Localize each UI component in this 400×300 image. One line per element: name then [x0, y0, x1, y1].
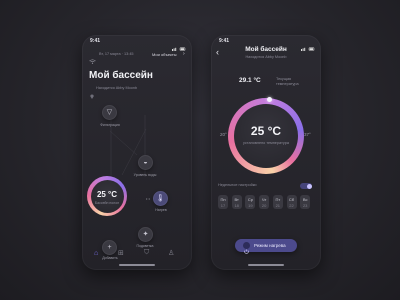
weekday-name: Вт [234, 196, 239, 202]
page-title: Мой бассейн [245, 46, 287, 53]
weekday-date: 22 [289, 203, 294, 208]
weekday-chip[interactable]: Пн 17 [218, 195, 228, 209]
weekday-date: 21 [275, 203, 281, 208]
weekday-name: Пн [220, 196, 226, 202]
device-label: Уровень воды [133, 173, 157, 177]
weekday-name: Чт [261, 196, 267, 202]
weekday-chip[interactable]: Вс 23 [300, 195, 311, 209]
weekday-date: 23 [302, 203, 308, 208]
current-temperature-caption: Текущая температура [276, 77, 299, 86]
dial-temperature: 25 °C [250, 124, 282, 138]
weekday-chip[interactable]: Вт 18 [231, 195, 242, 209]
profile-icon[interactable]: ♙ [168, 249, 174, 257]
schedule-toggle[interactable] [300, 183, 312, 189]
filter-icon: ▽ [106, 109, 113, 116]
location-text: Находится Abby Moonb [245, 55, 287, 59]
weekday-date: 18 [234, 203, 239, 208]
heating-mode-button[interactable]: Режим нагрева [235, 239, 297, 254]
status-time: 9:41 [219, 38, 230, 44]
dial-caption: Бассейн полон [94, 201, 120, 205]
weekday-name: Сб [288, 196, 295, 202]
dial-handle[interactable] [267, 97, 272, 102]
device-label: Нагрев [155, 208, 167, 212]
plus-icon: + [107, 244, 112, 251]
water-level-icon: ◒ [143, 159, 148, 166]
device-add-button[interactable]: + [102, 240, 117, 255]
dial-caption: установлено температура [243, 141, 289, 145]
weekday-date: 17 [220, 203, 226, 208]
heating-mode-label: Режим нагрева [254, 243, 286, 248]
min-temp-label: 20° [220, 132, 227, 137]
weekday-chip[interactable]: Пт 21 [272, 195, 283, 209]
weekday-name: Пт [275, 196, 281, 202]
heating-icon: 🌡 [156, 195, 165, 202]
max-temp-label: 37° [304, 132, 311, 137]
light-icon: ✦ [142, 231, 149, 238]
phone-screen-home: 9:41 Вт, 17 марта · 13:45 Мои объекты › … [82, 35, 192, 270]
phone-screen-heating: 9:41 ‹ Мой бассейн Находится Abby Moonb … [211, 35, 321, 270]
schedule-label: Недельное настройки [218, 183, 257, 187]
home-indicator [119, 264, 155, 266]
device-light-button[interactable]: ✦ [138, 227, 153, 242]
device-water-level-button[interactable]: ◒ [138, 155, 153, 170]
home-indicator [248, 264, 284, 266]
weekday-date: 19 [248, 203, 253, 208]
weekday-chip[interactable]: Сб 22 [286, 195, 297, 209]
device-heating-button[interactable]: 🌡 [153, 191, 168, 206]
home-icon[interactable]: ⌂ [94, 250, 98, 257]
status-icons [301, 38, 315, 51]
weekday-name: Вс [302, 196, 308, 202]
dial-temperature: 25 °C [96, 190, 118, 199]
weekday-date: 20 [261, 203, 267, 208]
cart-icon[interactable]: ⛉ [144, 249, 149, 257]
current-temperature: 29.1 °C [239, 77, 261, 84]
dots-connector: • • [146, 196, 150, 201]
device-label: Подсветка [136, 244, 154, 248]
device-label: Фильтрация [100, 123, 120, 127]
weekday-name: Ср [247, 196, 253, 202]
weekday-chip[interactable]: Ср 19 [245, 195, 256, 209]
device-filtration-button[interactable]: ▽ [102, 105, 117, 120]
grid-icon[interactable]: ⊞ [118, 249, 124, 257]
power-icon [243, 242, 250, 254]
weekday-chip[interactable]: Чт 20 [259, 195, 270, 209]
toggle-knob [306, 183, 312, 189]
device-connectors [109, 115, 147, 177]
